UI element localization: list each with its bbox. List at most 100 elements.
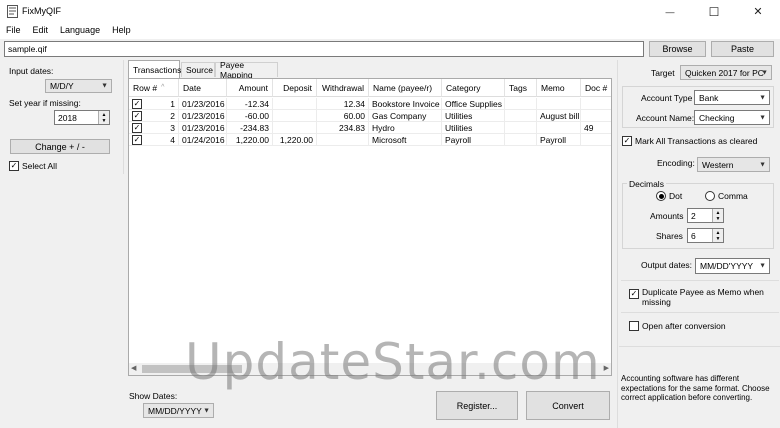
- transactions-table[interactable]: Row # ^ Date Amount Deposit Withdrawal Na…: [128, 78, 612, 376]
- convert-button[interactable]: Convert: [526, 391, 610, 420]
- register-button[interactable]: Register...: [436, 391, 518, 420]
- account-name-select[interactable]: Checking ▼: [694, 110, 770, 125]
- row-checkbox-icon[interactable]: ✓: [132, 123, 142, 133]
- input-dates-label: Input dates:: [9, 66, 54, 76]
- set-year-label: Set year if missing:: [9, 98, 81, 108]
- row-checkbox-icon[interactable]: ✓: [132, 111, 142, 121]
- spinner-arrows-icon[interactable]: ▲ ▼: [98, 111, 109, 124]
- browse-button[interactable]: Browse: [649, 41, 706, 57]
- show-dates-label: Show Dates:: [129, 391, 178, 401]
- cell-tags: [505, 134, 537, 146]
- scroll-right-icon[interactable]: ▶: [604, 364, 609, 372]
- target-label: Target: [651, 68, 675, 78]
- dot-radio[interactable]: Dot: [656, 191, 682, 201]
- target-value: Quicken 2017 for PC: [685, 67, 764, 78]
- show-dates-value: MM/DD/YYYY: [148, 405, 202, 416]
- amounts-spinner[interactable]: 2 ▲ ▼: [687, 208, 724, 223]
- cell-withdrawal: 60.00: [317, 110, 369, 122]
- output-dates-label: Output dates:: [641, 260, 693, 270]
- show-dates-select[interactable]: MM/DD/YYYY ▼: [143, 403, 214, 418]
- divider: [621, 312, 779, 313]
- mark-cleared-label: Mark All Transactions as cleared: [635, 136, 758, 146]
- cell-name: Hydro: [369, 122, 442, 134]
- column-header-category[interactable]: Category: [442, 79, 505, 97]
- radio-selected-icon[interactable]: [656, 191, 666, 201]
- chevron-down-icon: ▼: [761, 69, 768, 76]
- shares-spinner[interactable]: 6 ▲ ▼: [687, 228, 724, 243]
- scroll-left-icon[interactable]: ◀: [131, 364, 136, 372]
- cell-category: Payroll: [442, 134, 505, 146]
- cell-deposit: 1,220.00: [273, 134, 317, 146]
- cell-deposit: [273, 122, 317, 134]
- cell-tags: [505, 98, 537, 110]
- cell-withdrawal: [317, 134, 369, 146]
- menu-edit[interactable]: Edit: [27, 23, 55, 39]
- encoding-value: Western: [702, 159, 734, 170]
- paste-button[interactable]: Paste: [711, 41, 774, 57]
- output-dates-value: MM/DD'YYYY: [700, 261, 754, 271]
- maximize-button[interactable]: ☐: [692, 0, 736, 23]
- cell-date: 01/23/2016: [179, 98, 227, 110]
- cell-memo: [537, 122, 581, 134]
- column-header-row[interactable]: Row # ^: [129, 79, 179, 97]
- checkbox-unchecked-icon[interactable]: [629, 321, 639, 331]
- account-type-value: Bank: [699, 92, 719, 103]
- cell-withdrawal: 12.34: [317, 98, 369, 110]
- close-button[interactable]: ✕: [736, 0, 780, 23]
- cell-name: Microsoft: [369, 134, 442, 146]
- column-header-memo[interactable]: Memo: [537, 79, 581, 97]
- column-header-withdrawal[interactable]: Withdrawal: [317, 79, 369, 97]
- duplicate-payee-checkbox[interactable]: ✓ Duplicate Payee as Memo when missing: [629, 287, 769, 307]
- cell-name: Bookstore Invoice: [369, 98, 442, 110]
- cell-tags: [505, 122, 537, 134]
- set-year-spinner[interactable]: 2018 ▲ ▼: [54, 110, 110, 125]
- select-all-checkbox[interactable]: ✓ Select All: [9, 161, 57, 171]
- amounts-label: Amounts: [650, 211, 684, 221]
- cell-memo: August bill: [537, 110, 581, 122]
- spinner-arrows-icon[interactable]: ▲ ▼: [712, 229, 723, 242]
- tab-transactions[interactable]: Transactions: [128, 60, 181, 78]
- shares-value: 6: [691, 230, 696, 241]
- column-header-tags[interactable]: Tags: [505, 79, 537, 97]
- output-dates-select[interactable]: MM/DD'YYYY ▼: [695, 258, 770, 274]
- account-name-value: Checking: [699, 112, 735, 123]
- open-after-checkbox[interactable]: Open after conversion: [629, 321, 726, 331]
- mark-cleared-checkbox[interactable]: ✓ Mark All Transactions as cleared: [622, 136, 757, 146]
- column-header-date[interactable]: Date: [179, 79, 227, 97]
- column-header-doc[interactable]: Doc #: [581, 79, 611, 97]
- checkbox-checked-icon[interactable]: ✓: [9, 161, 19, 171]
- cell-date: 01/23/2016: [179, 110, 227, 122]
- checkbox-checked-icon[interactable]: ✓: [629, 289, 639, 299]
- tab-source[interactable]: Source: [181, 62, 215, 77]
- column-header-amount[interactable]: Amount: [227, 79, 273, 97]
- change-button[interactable]: Change + / -: [10, 139, 110, 154]
- cell-withdrawal: 234.83: [317, 122, 369, 134]
- cell-amount: -12.34: [227, 98, 273, 110]
- file-path-input[interactable]: sample.qif: [4, 41, 644, 57]
- select-all-label: Select All: [22, 161, 57, 171]
- chevron-down-icon: ▼: [759, 161, 766, 168]
- spinner-arrows-icon[interactable]: ▲ ▼: [712, 209, 723, 222]
- encoding-label: Encoding:: [657, 158, 695, 168]
- column-header-name[interactable]: Name (payee/r): [369, 79, 442, 97]
- radio-unselected-icon[interactable]: [705, 191, 715, 201]
- menu-help[interactable]: Help: [106, 23, 137, 39]
- minimize-button[interactable]: —: [648, 0, 692, 23]
- account-type-label: Account Type: [641, 93, 693, 103]
- column-header-deposit[interactable]: Deposit: [273, 79, 317, 97]
- chevron-down-icon: ▼: [101, 82, 108, 90]
- account-name-label: Account Name:: [636, 113, 695, 123]
- checkbox-checked-icon[interactable]: ✓: [622, 136, 632, 146]
- tab-payee-mapping[interactable]: Payee Mapping: [215, 60, 278, 80]
- cell-deposit: [273, 98, 317, 110]
- cell-amount: -234.83: [227, 122, 273, 134]
- target-select[interactable]: Quicken 2017 for PC ▼: [680, 65, 772, 80]
- menu-file[interactable]: File: [0, 23, 27, 39]
- input-dates-select[interactable]: M/D/Y ▼: [45, 79, 112, 93]
- comma-radio[interactable]: Comma: [705, 191, 748, 201]
- row-checkbox-icon[interactable]: ✓: [132, 99, 142, 109]
- account-type-select[interactable]: Bank ▼: [694, 90, 770, 105]
- row-checkbox-icon[interactable]: ✓: [132, 135, 142, 145]
- menu-language[interactable]: Language: [54, 23, 106, 39]
- encoding-select[interactable]: Western ▼: [697, 157, 770, 172]
